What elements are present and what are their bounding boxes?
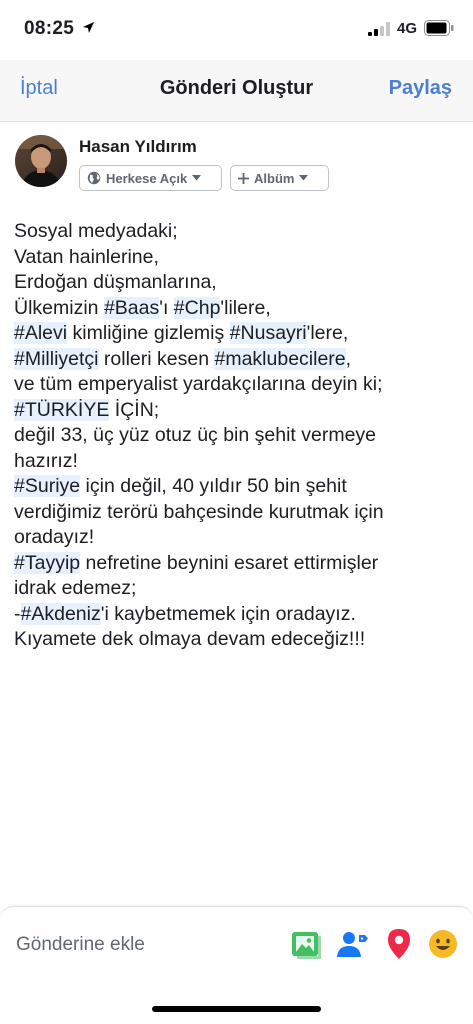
post-line: verdiğimiz terörü bahçesinde kurutmak iç… <box>14 500 464 526</box>
photo-icon[interactable] <box>289 927 323 961</box>
post-text-input[interactable]: Sosyal medyadaki; Vatan hainlerine, Erdoğa… <box>14 219 464 653</box>
post-text-segment: Ülkemizin <box>14 296 104 319</box>
hashtag[interactable]: #Baas <box>103 296 160 319</box>
author-name: Hasan Yıldırım <box>79 137 197 156</box>
cellular-signal-icon <box>368 22 390 36</box>
feeling-smiley-icon[interactable] <box>426 927 460 961</box>
hashtag[interactable]: #Tayyip <box>14 551 81 574</box>
post-text-segment: 'lilere, <box>220 296 271 319</box>
post-line: Kıyamete dek olmaya devam edeceğiz!!! <box>14 627 464 653</box>
post-text-segment: oradayız! <box>14 526 95 548</box>
plus-icon <box>238 172 249 184</box>
home-indicator[interactable] <box>152 1006 321 1012</box>
post-text-segment: 'ı <box>159 296 174 319</box>
hashtag[interactable]: #Milliyetçi <box>14 347 99 370</box>
tag-people-icon[interactable] <box>335 927 369 961</box>
nav-bar: Gönderi Oluştur İptal Paylaş <box>0 60 473 122</box>
post-text-segment: - <box>14 602 21 625</box>
post-line: #Tayyip nefretine beynini esaret ettirmi… <box>14 551 464 577</box>
post-line: ve tüm emperyalist yardakçılarına deyin … <box>14 372 464 398</box>
caret-down-icon <box>192 175 202 181</box>
post-text-segment: rolleri kesen <box>98 347 215 370</box>
hashtag[interactable]: #Akdeniz <box>20 602 101 625</box>
post-text-segment: hazırız! <box>14 449 78 472</box>
hashtag[interactable]: #TÜRKİYE <box>14 398 110 421</box>
location-arrow-icon <box>83 22 94 33</box>
post-text-segment: Kıyamete dek olmaya devam edeceğiz!!! <box>14 628 366 650</box>
location-pin-icon[interactable] <box>382 927 416 961</box>
add-to-post-label: Gönderine ekle <box>16 934 145 955</box>
post-line: değil 33, üç yüz otuz üç bin şehit verme… <box>14 423 464 449</box>
post-text-segment: Sosyal medyadaki; <box>14 220 178 242</box>
status-bar: 08:25 4G <box>0 0 473 60</box>
post-line: #TÜRKİYE İÇİN; <box>14 398 464 424</box>
hashtag[interactable]: #Chp <box>173 296 221 319</box>
avatar <box>15 135 67 187</box>
post-text-segment: 'i kaybetmemek için oradayız. <box>100 602 356 625</box>
post-line: Erdoğan düşmanlarına, <box>14 270 464 296</box>
globe-icon <box>87 171 101 185</box>
post-line: Vatan hainlerine, <box>14 245 464 271</box>
hashtag[interactable]: #Suriye <box>14 475 81 497</box>
post-text-segment: Vatan hainlerine, <box>14 245 159 268</box>
post-text-segment: ve tüm emperyalist yardakçılarına deyin … <box>14 373 383 395</box>
post-line: -#Akdeniz'i kaybetmemek için oradayız. <box>14 602 464 628</box>
album-selector[interactable]: Albüm <box>230 165 329 191</box>
privacy-selector[interactable]: Herkese Açık <box>79 165 222 191</box>
battery-icon <box>424 20 454 36</box>
post-line: #Milliyetçi rolleri kesen #maklubecilere… <box>14 347 464 373</box>
share-button[interactable]: Paylaş <box>389 77 452 100</box>
post-line: #Alevi kimliğine gizlemiş #Nusayri'lere, <box>14 321 464 347</box>
post-text-segment: idrak edemez; <box>14 577 137 599</box>
post-text-segment: nefretine beynini esaret ettirmişler <box>80 551 379 574</box>
network-type: 4G <box>397 20 418 37</box>
post-text-segment: kimliğine gizlemiş <box>67 322 230 344</box>
post-line: hazırız! <box>14 449 464 475</box>
hashtag[interactable]: #Alevi <box>14 322 68 344</box>
post-line: idrak edemez; <box>14 576 464 602</box>
post-line: oradayız! <box>14 525 464 551</box>
post-text-segment: Erdoğan düşmanlarına, <box>14 271 217 293</box>
hashtag[interactable]: #Nusayri <box>229 322 307 344</box>
post-line: Ülkemizin #Baas'ı #Chp'lilere, <box>14 296 464 322</box>
status-time: 08:25 <box>24 18 75 39</box>
post-text-segment: , <box>345 347 352 370</box>
album-label: Albüm <box>254 170 295 186</box>
post-line: Sosyal medyadaki; <box>14 219 464 245</box>
post-text-segment: verdiğimiz terörü bahçesinde kurutmak iç… <box>14 500 384 523</box>
privacy-label: Herkese Açık <box>106 170 188 186</box>
caret-down-icon <box>299 175 309 181</box>
post-text-segment: değil 33, üç yüz otuz üç bin şehit verme… <box>14 424 377 446</box>
hashtag[interactable]: #maklubecilere <box>214 347 346 370</box>
cancel-button[interactable]: İptal <box>20 77 58 100</box>
post-text-segment: için değil, 40 yıldır 50 bin şehit <box>80 475 347 497</box>
post-text-segment: 'lere, <box>306 322 349 344</box>
post-line: #Suriye için değil, 40 yıldır 50 bin şeh… <box>14 474 464 500</box>
post-text-segment: İÇİN; <box>109 398 160 421</box>
